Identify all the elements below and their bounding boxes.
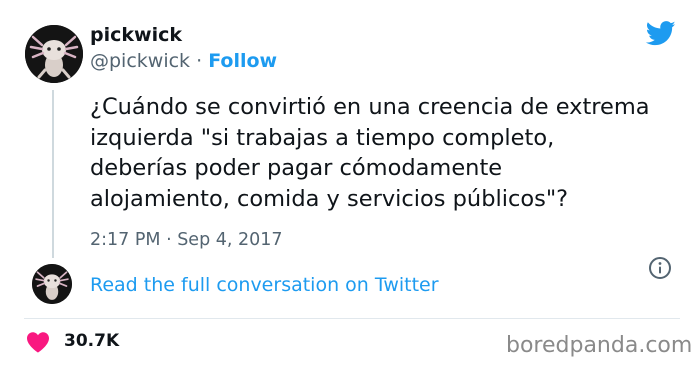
avatar[interactable] [25,25,83,83]
author-handle[interactable]: @pickwick [90,50,190,72]
divider [24,318,680,319]
tweet-text-line: ¿Cuándo se convirtió en una creencia de … [90,94,650,120]
tweet-text: ¿Cuándo se convirtió en una creencia de … [90,92,690,214]
handle-separator: · [190,50,209,72]
follow-button[interactable]: Follow [208,50,277,72]
axolotl-avatar-image [25,25,83,83]
watermark: boredpanda.com [506,333,693,358]
reply-avatar[interactable] [32,264,72,304]
twitter-bird-icon[interactable] [644,18,678,48]
thread-connector-line [52,90,54,258]
tweet-text-line: deberías poder pagar cómodamente [90,155,503,181]
tweet-timestamp-link[interactable]: 2:17 PM · Sep 4, 2017 [90,230,283,250]
info-icon[interactable] [648,256,672,280]
tweet-text-line: izquierda "si trabajas a tiempo completo… [90,124,555,151]
read-conversation-link[interactable]: Read the full conversation on Twitter [90,274,439,296]
heart-icon[interactable] [26,331,50,353]
author-handle-row: @pickwick · Follow [90,50,277,72]
tweet-text-line: alojamiento, comida y servicios públicos… [90,185,569,212]
author-display-name[interactable]: pickwick [90,24,182,46]
like-count: 30.7K [64,331,120,351]
axolotl-avatar-image-small [32,264,72,304]
